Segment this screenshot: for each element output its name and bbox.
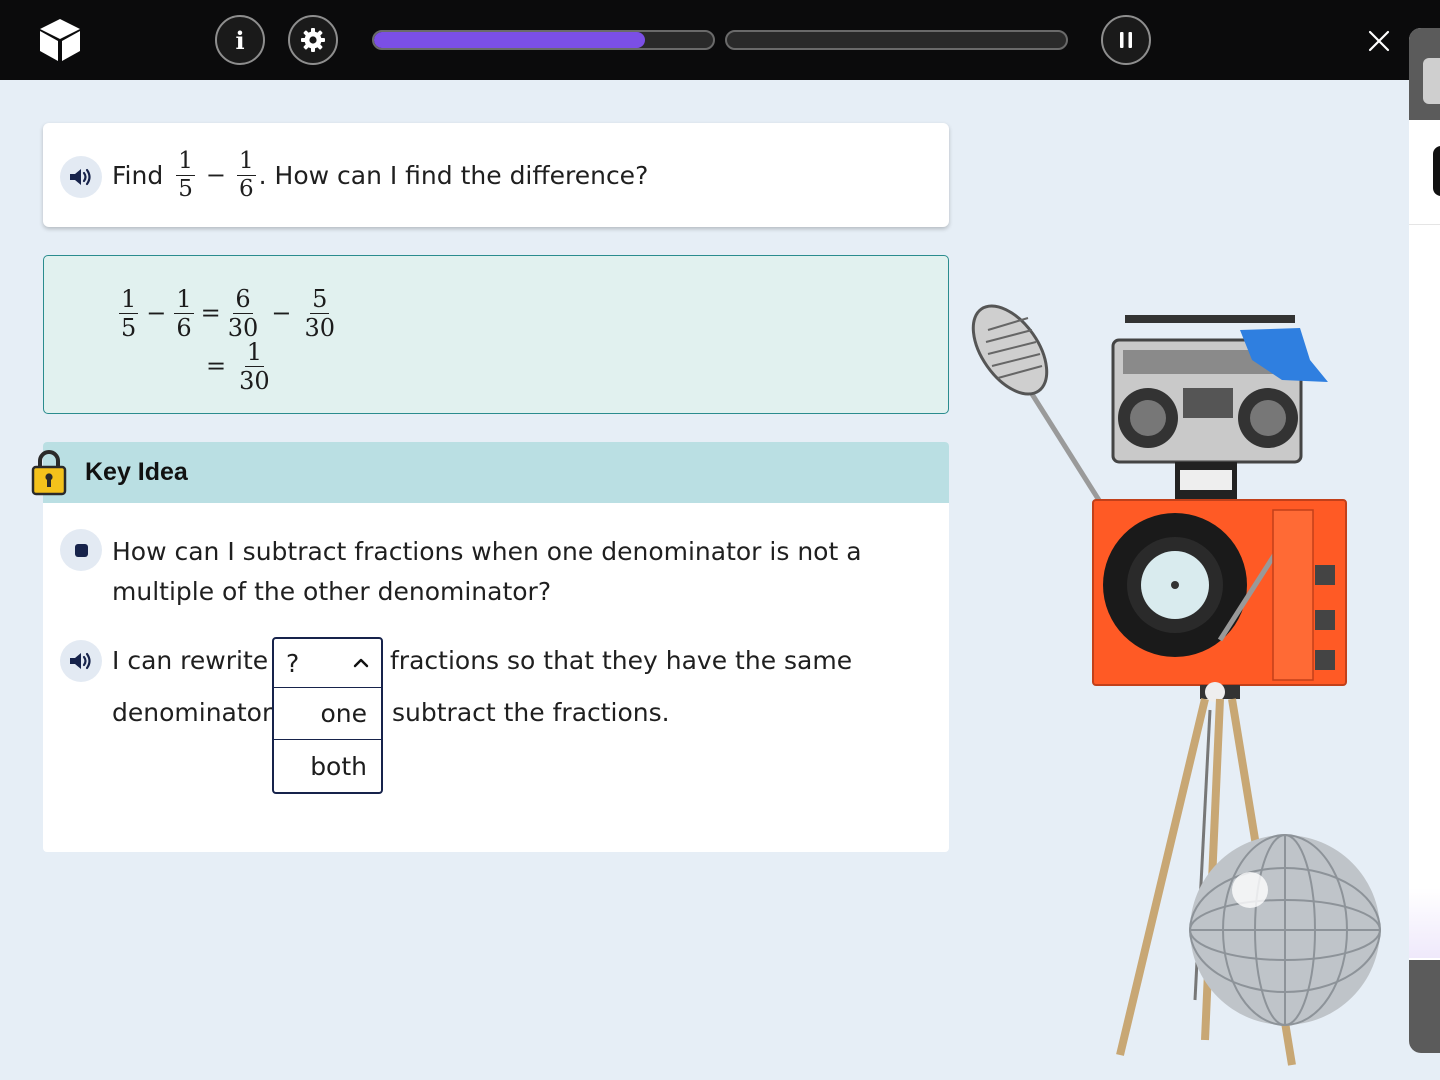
pause-icon	[1120, 32, 1132, 48]
side-panel-footer	[1409, 960, 1440, 1053]
minus-sign: −	[205, 161, 226, 189]
side-panel[interactable]	[1409, 28, 1440, 1053]
key-idea-header: Key Idea	[31, 442, 949, 503]
dropdown-option-both[interactable]: both	[274, 740, 381, 792]
dropdown-value: ?	[286, 648, 300, 678]
read-aloud-button[interactable]	[60, 640, 102, 682]
question-suffix: . How can I find the difference?	[258, 160, 649, 190]
sentence-text: I can rewrite	[112, 646, 269, 675]
speaker-icon	[70, 168, 91, 186]
key-idea-title: Key Idea	[85, 458, 188, 486]
fraction: 1 30	[239, 340, 270, 393]
close-icon[interactable]	[1362, 24, 1396, 58]
pause-button[interactable]	[1101, 15, 1151, 65]
key-idea-question: How can I subtract fractions when one de…	[112, 537, 862, 606]
minus-sign: −	[271, 299, 292, 327]
denominator: 30	[227, 313, 259, 342]
divider	[1409, 224, 1440, 225]
speaker-icon	[70, 652, 91, 670]
padlock-icon	[31, 450, 67, 496]
denominator: 30	[304, 313, 335, 342]
denominator: 6	[176, 313, 192, 342]
fraction: 1 6	[174, 284, 194, 342]
fraction: 1 6	[236, 147, 256, 202]
read-aloud-button[interactable]	[60, 156, 102, 198]
equals-sign: =	[200, 299, 221, 327]
equation-line-2: = 1 30	[202, 339, 273, 393]
side-panel-gradient	[1409, 888, 1440, 958]
side-panel-handle[interactable]	[1433, 146, 1440, 196]
sentence-text: subtract the fractions.	[392, 698, 670, 727]
cube-logo-icon	[40, 19, 80, 61]
key-idea-card: Key Idea How can I subtract fractions wh…	[31, 442, 949, 852]
dropdown-selected[interactable]: ?	[274, 639, 381, 688]
sentence-text: denominator	[112, 698, 273, 727]
chevron-up-icon	[353, 658, 369, 668]
numerator: 6	[233, 284, 253, 314]
fraction: 6 30	[228, 287, 259, 340]
side-panel-tab[interactable]	[1423, 58, 1440, 104]
question-text: Find 1 5 − 1 6 . How can I find the diff…	[112, 147, 648, 203]
dropdown-option-one[interactable]: one	[274, 688, 381, 740]
info-button[interactable]: i	[215, 15, 265, 65]
equals-sign: =	[206, 352, 227, 380]
side-panel-header	[1409, 28, 1440, 120]
numerator: 1	[236, 147, 256, 176]
sentence-text: fractions so that they have the same	[390, 646, 853, 675]
info-icon: i	[235, 25, 245, 55]
progress-bar-segment-1	[372, 30, 715, 50]
numerator: 1	[174, 284, 194, 314]
music-robot-illustration	[971, 304, 1381, 1066]
numerator: 1	[119, 284, 139, 314]
worked-equation-box: 1 5 − 1 6 = 6 30 − 5 30 = 1 30	[43, 255, 949, 414]
denominator: 5	[178, 175, 193, 202]
denominator: 5	[121, 313, 137, 342]
gear-icon	[301, 28, 325, 52]
bullet-marker	[60, 529, 102, 571]
numerator: 1	[244, 337, 265, 367]
progress-fill	[374, 32, 646, 48]
square-bullet-icon	[74, 543, 88, 557]
numerator: 1	[176, 147, 195, 176]
numerator: 5	[310, 284, 330, 314]
settings-button[interactable]	[288, 15, 338, 65]
denominator: 30	[239, 366, 270, 395]
minus-sign: −	[146, 299, 167, 327]
progress-bar-segment-2	[725, 30, 1068, 50]
top-bar: i	[0, 0, 1440, 80]
fraction: 1 5	[119, 284, 139, 342]
denominator: 6	[238, 175, 254, 202]
question-card: Find 1 5 − 1 6 . How can I find the diff…	[43, 123, 949, 227]
fraction: 1 5	[176, 147, 195, 202]
fraction: 5 30	[304, 287, 335, 340]
answer-dropdown[interactable]: ? one both	[272, 637, 383, 794]
equation-line-1: 1 5 − 1 6 = 6 30 − 5 30	[116, 286, 338, 340]
question-prefix: Find	[112, 160, 164, 190]
